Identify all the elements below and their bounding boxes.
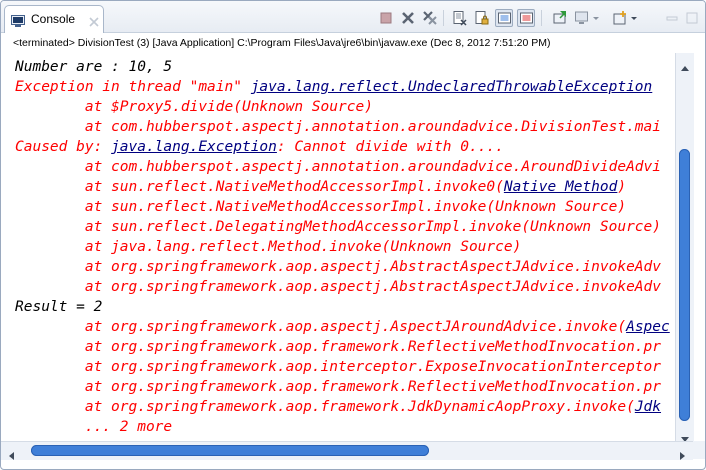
open-console-icon: [613, 11, 626, 25]
stdout-icon: [498, 12, 511, 24]
toolbar-separator: [443, 10, 444, 26]
stack-trace-text: ... 2 more: [15, 419, 173, 435]
scroll-left-arrow-icon[interactable]: [7, 446, 15, 460]
stderr-line: at com.hubberspot.aspectj.annotation.aro…: [15, 157, 661, 177]
horizontal-scroll-thumb[interactable]: [31, 445, 429, 456]
clear-console-icon: [453, 11, 467, 26]
open-console-dropdown[interactable]: [629, 9, 639, 27]
stderr-line: at org.springframework.aop.interceptor.E…: [15, 357, 661, 377]
remove-launch-button[interactable]: [399, 9, 417, 27]
stderr-line: Exception in thread "main" java.lang.ref…: [15, 77, 652, 97]
process-status-line: <terminated> DivisionTest (3) [Java Appl…: [13, 37, 551, 49]
remove-all-terminated-button[interactable]: [421, 9, 439, 27]
stack-trace-text: : Cannot divide with 0....: [276, 139, 504, 155]
stderr-line: at org.springframework.aop.aspectj.Aspec…: [15, 317, 670, 337]
open-console-button[interactable]: [611, 9, 629, 27]
stderr-line: at org.springframework.aop.aspectj.Abstr…: [15, 277, 661, 297]
stack-trace-text: at com.hubberspot.aspectj.annotation.aro…: [15, 119, 662, 135]
stderr-line: at $Proxy5.divide(Unknown Source): [15, 97, 373, 117]
stack-trace-text: at org.springframework.aop.framework.Ref…: [15, 339, 662, 355]
remove-x-icon: [402, 12, 414, 24]
stack-trace-text: Caused by:: [15, 139, 112, 155]
stack-trace-text: at org.springframework.aop.aspectj.Abstr…: [15, 259, 662, 275]
console-toolbar: [373, 9, 703, 29]
stderr-line: at com.hubberspot.aspectj.annotation.aro…: [15, 117, 661, 137]
display-selected-console-button[interactable]: [573, 9, 591, 27]
stack-trace-text: at com.hubberspot.aspectj.annotation.aro…: [15, 159, 662, 175]
monitor-icon: [575, 11, 588, 24]
console-tab[interactable]: Console: [4, 5, 104, 33]
scroll-lock-icon: [475, 11, 489, 25]
stack-trace-text: at org.springframework.aop.interceptor.E…: [15, 359, 662, 375]
stderr-line: ... 2 more: [15, 417, 172, 437]
horizontal-scrollbar[interactable]: [1, 441, 693, 460]
stack-trace-text: at sun.reflect.DelegatingMethodAccessorI…: [15, 219, 662, 235]
chevron-down-icon: [631, 17, 637, 20]
stderr-line: at org.springframework.aop.framework.Ref…: [15, 337, 661, 357]
stack-trace-link[interactable]: Native Method: [504, 179, 618, 195]
pin-icon: [553, 11, 566, 24]
stack-trace-text: at $Proxy5.divide(Unknown Source): [15, 99, 373, 115]
remove-all-icon: [423, 11, 437, 25]
stderr-line: Caused by: java.lang.Exception: Cannot d…: [15, 137, 504, 157]
show-on-stdout-button[interactable]: [495, 9, 513, 27]
stack-trace-link[interactable]: Jdk: [635, 399, 661, 415]
view-tab-bar: Console: [1, 1, 705, 33]
toolbar-separator: [541, 10, 542, 26]
vertical-scrollbar[interactable]: [675, 53, 694, 442]
stack-trace-link[interactable]: java.lang.Exception: [111, 139, 277, 155]
console-view: Console <terminated> DivisionTest (3) [J…: [0, 0, 706, 470]
stderr-line: at org.springframework.aop.aspectj.Abstr…: [15, 257, 661, 277]
scroll-down-arrow-icon[interactable]: [680, 429, 690, 442]
vertical-scroll-thumb[interactable]: [679, 149, 690, 421]
scroll-right-arrow-icon[interactable]: [679, 446, 687, 460]
scrollbar-corner: [693, 441, 705, 459]
stack-trace-text: at java.lang.reflect.Method.invoke(Unkno…: [15, 239, 522, 255]
minimize-icon: [666, 16, 678, 21]
stderr-line: at java.lang.reflect.Method.invoke(Unkno…: [15, 237, 522, 257]
scroll-lock-button[interactable]: [473, 9, 491, 27]
maximize-icon: [686, 12, 698, 24]
chevron-down-icon: [593, 17, 599, 20]
stack-trace-text: at sun.reflect.NativeMethodAccessorImpl.…: [15, 199, 627, 215]
stdout-line: Result = 2: [15, 299, 103, 315]
stack-trace-text: at org.springframework.aop.aspectj.Abstr…: [15, 279, 662, 295]
pin-console-button[interactable]: [551, 9, 569, 27]
stop-square-icon: [380, 12, 392, 24]
stack-trace-text: at sun.reflect.NativeMethodAccessorImpl.…: [15, 179, 504, 195]
stderr-line: at sun.reflect.NativeMethodAccessorImpl.…: [15, 197, 626, 217]
clear-console-button[interactable]: [451, 9, 469, 27]
console-output[interactable]: Number are : 10, 5 Exception in thread "m…: [1, 53, 691, 441]
stderr-line: at org.springframework.aop.framework.Jdk…: [15, 397, 661, 417]
maximize-button[interactable]: [683, 9, 701, 27]
stack-trace-text: ): [617, 179, 627, 195]
stack-trace-text: Exception in thread "main": [15, 79, 251, 95]
terminate-button[interactable]: [377, 9, 395, 27]
close-icon[interactable]: [89, 12, 99, 27]
stderr-line: at sun.reflect.NativeMethodAccessorImpl.…: [15, 177, 626, 197]
stderr-icon: [520, 12, 533, 24]
stack-trace-link[interactable]: java.lang.reflect.UndeclaredThrowableExc…: [251, 79, 653, 95]
minimize-button[interactable]: [663, 9, 681, 27]
stack-trace-link[interactable]: Aspec: [626, 319, 670, 335]
console-icon: [11, 12, 25, 27]
display-console-dropdown[interactable]: [591, 9, 601, 27]
scroll-up-arrow-icon[interactable]: [680, 57, 690, 71]
stack-trace-text: at org.springframework.aop.framework.Jdk…: [15, 399, 635, 415]
console-tab-label: Console: [31, 12, 76, 26]
stack-trace-text: at org.springframework.aop.aspectj.Aspec…: [15, 319, 627, 335]
stderr-line: at sun.reflect.DelegatingMethodAccessorI…: [15, 217, 661, 237]
stdout-line: Number are : 10, 5: [15, 59, 173, 75]
show-on-stderr-button[interactable]: [517, 9, 535, 27]
stack-trace-text: at org.springframework.aop.framework.Ref…: [15, 379, 662, 395]
stderr-line: at org.springframework.aop.framework.Ref…: [15, 377, 661, 397]
